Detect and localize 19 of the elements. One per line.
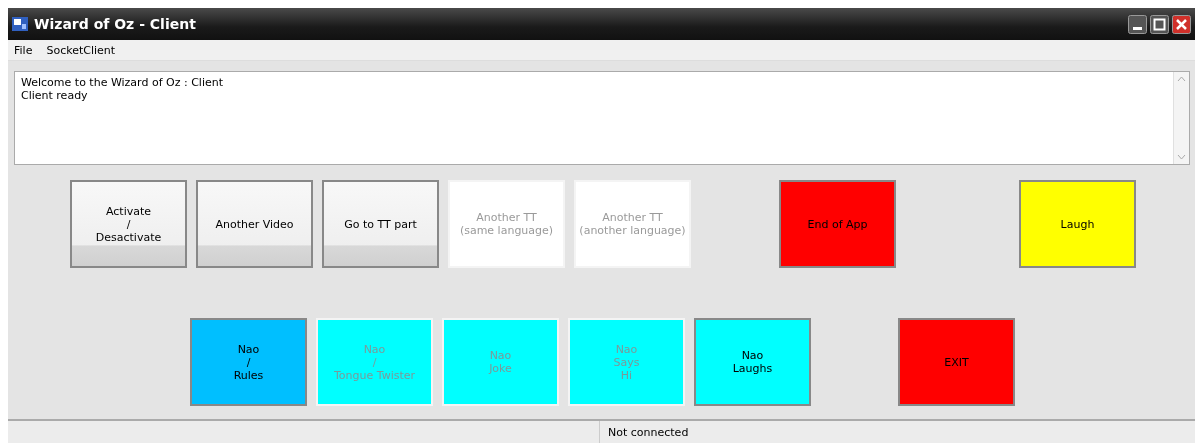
log-line: Welcome to the Wizard of Oz : Client	[21, 76, 224, 89]
command-button[interactable]: EXIT	[898, 318, 1015, 406]
log-box[interactable]: Welcome to the Wizard of Oz : Client Client ready	[14, 71, 1190, 165]
command-button[interactable]: Go to TT part	[322, 180, 439, 268]
command-button[interactable]: Activate / Desactivate	[70, 180, 187, 268]
maximize-icon[interactable]	[1150, 14, 1169, 34]
command-button[interactable]: Nao Laughs	[694, 318, 811, 406]
minimize-icon[interactable]	[1128, 14, 1147, 34]
window-title: Wizard of Oz - Client	[34, 16, 197, 32]
status-text: Not connected	[607, 425, 689, 439]
close-icon[interactable]	[1172, 14, 1191, 34]
command-button[interactable]: End of App	[779, 180, 896, 268]
menu-item[interactable]: SocketClient	[44, 43, 118, 57]
app-icon	[12, 17, 28, 31]
command-button[interactable]: Another Video	[196, 180, 313, 268]
command-button[interactable]: Laugh	[1019, 180, 1136, 268]
log-line: Client ready	[21, 89, 89, 102]
menu-item[interactable]: File	[12, 43, 35, 57]
command-button[interactable]: Nao / Rules	[190, 318, 307, 406]
